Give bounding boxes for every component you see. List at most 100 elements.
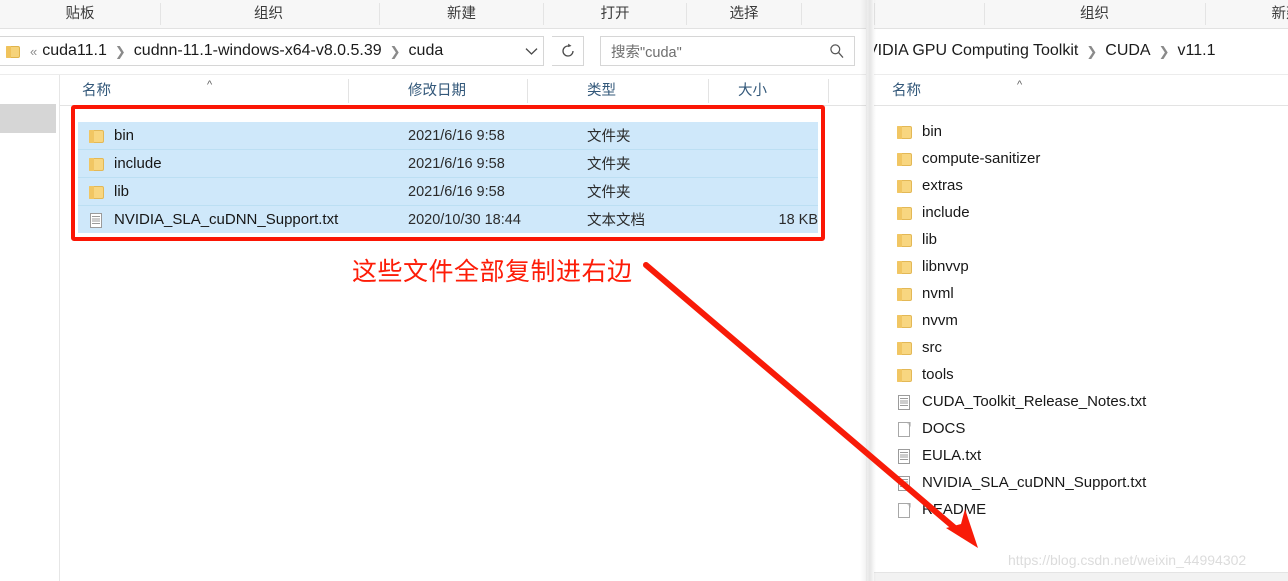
ribbon-group-open-label: 打开 bbox=[600, 6, 630, 22]
folder-icon bbox=[896, 178, 913, 194]
folder-icon bbox=[896, 205, 913, 221]
list-item[interactable]: tools bbox=[892, 361, 1288, 388]
file-date-cell: 2020/10/30 18:44 bbox=[408, 211, 521, 228]
file-name-label: lib bbox=[114, 183, 130, 200]
ribbon-group-new-label: 新建 bbox=[447, 6, 476, 22]
breadcrumb-item-cuda11[interactable]: cuda11.1 bbox=[41, 42, 108, 60]
folder-icon bbox=[896, 151, 913, 167]
ribbon-group-new[interactable]: 新建 bbox=[380, 0, 543, 28]
breadcrumb-item-toolkit[interactable]: VIDIA GPU Computing Toolkit bbox=[874, 42, 1079, 60]
list-item[interactable]: src bbox=[892, 334, 1288, 361]
navigation-pane[interactable] bbox=[0, 75, 60, 581]
text-file-icon bbox=[88, 212, 105, 228]
list-item[interactable]: extras bbox=[892, 172, 1288, 199]
column-header-date-label: 修改日期 bbox=[408, 83, 466, 99]
file-name-cell[interactable]: NVIDIA_SLA_cuDNN_Support.txt bbox=[88, 211, 338, 228]
file-size-cell: 18 KB bbox=[778, 211, 819, 228]
text-file-icon bbox=[896, 394, 913, 410]
ribbon-group-organize[interactable]: 组织 bbox=[161, 0, 376, 28]
address-dropdown-button[interactable] bbox=[518, 36, 544, 66]
file-date-cell: 2021/6/16 9:58 bbox=[408, 155, 505, 172]
file-name-label: DOCS bbox=[922, 420, 966, 437]
list-item[interactable]: nvml bbox=[892, 280, 1288, 307]
list-item[interactable]: CUDA_Toolkit_Release_Notes.txt bbox=[892, 388, 1288, 415]
ribbon-group-new[interactable]: 新建 bbox=[1206, 0, 1288, 28]
ribbon-group-organize-label: 组织 bbox=[254, 6, 283, 22]
folder-icon bbox=[88, 128, 105, 144]
column-header-date[interactable]: 修改日期 bbox=[408, 75, 466, 105]
list-item[interactable]: include bbox=[892, 199, 1288, 226]
ribbon-group-clipboard[interactable]: 贴板 bbox=[0, 0, 160, 28]
breadcrumb-item-cudnn[interactable]: cudnn-11.1-windows-x64-v8.0.5.39 bbox=[133, 42, 383, 60]
list-item[interactable]: README bbox=[892, 496, 1288, 523]
column-divider[interactable] bbox=[527, 79, 528, 103]
table-row[interactable]: bin 2021/6/16 9:58 文件夹 bbox=[78, 122, 818, 149]
list-item[interactable]: libnvvp bbox=[892, 253, 1288, 280]
ribbon-group-open[interactable]: 打开 bbox=[544, 0, 686, 28]
folder-icon bbox=[896, 367, 913, 383]
column-header-name[interactable]: ^ 名称 bbox=[892, 75, 1022, 105]
left-addressbar-row: « cuda11.1 ❯ cudnn-11.1-windows-x64-v8.0… bbox=[0, 29, 866, 75]
file-name-label: EULA.txt bbox=[922, 447, 982, 464]
file-name-label: nvml bbox=[922, 285, 954, 302]
breadcrumb[interactable]: « cuda11.1 ❯ cudnn-11.1-windows-x64-v8.0… bbox=[6, 36, 444, 66]
breadcrumb-overflow[interactable]: « bbox=[26, 44, 41, 59]
table-row[interactable]: NVIDIA_SLA_cuDNN_Support.txt 2020/10/30 1… bbox=[78, 205, 818, 233]
search-placeholder: 搜索"cuda" bbox=[611, 44, 682, 61]
list-item[interactable]: DOCS bbox=[892, 415, 1288, 442]
file-name-cell[interactable]: bin bbox=[88, 127, 134, 144]
file-name-label: bin bbox=[922, 123, 943, 140]
chevron-right-icon: ❯ bbox=[1158, 44, 1170, 59]
sort-ascending-icon: ^ bbox=[207, 79, 213, 91]
folder-icon bbox=[896, 124, 913, 140]
chevron-right-icon: ❯ bbox=[1086, 44, 1098, 59]
list-item[interactable]: bin bbox=[892, 118, 1288, 145]
file-type-cell: 文件夹 bbox=[587, 185, 631, 201]
ribbon-divider bbox=[801, 3, 802, 25]
column-divider[interactable] bbox=[348, 79, 349, 103]
ribbon-divider bbox=[874, 3, 875, 25]
file-name-label: bin bbox=[114, 127, 135, 144]
file-name-label: README bbox=[922, 501, 987, 518]
column-header-name[interactable]: ^ 名称 bbox=[82, 75, 212, 105]
sort-ascending-icon: ^ bbox=[1017, 79, 1023, 91]
table-row[interactable]: lib 2021/6/16 9:58 文件夹 bbox=[78, 177, 818, 205]
file-name-cell[interactable]: include bbox=[88, 155, 162, 172]
ribbon-group-organize[interactable]: 组织 bbox=[985, 0, 1204, 28]
left-file-list[interactable]: bin 2021/6/16 9:58 文件夹 include 2021/6/16 9:5… bbox=[78, 122, 818, 233]
list-item[interactable]: lib bbox=[892, 226, 1288, 253]
column-divider[interactable] bbox=[828, 79, 829, 103]
folder-icon bbox=[896, 259, 913, 275]
nav-pane-selected-item[interactable] bbox=[0, 104, 56, 133]
search-icon[interactable] bbox=[829, 43, 845, 59]
breadcrumb-item-cuda[interactable]: CUDA bbox=[1104, 42, 1151, 60]
refresh-button[interactable] bbox=[552, 36, 584, 66]
refresh-icon bbox=[561, 43, 574, 57]
breadcrumb[interactable]: VIDIA GPU Computing Toolkit ❯ CUDA ❯ v11… bbox=[874, 36, 1216, 66]
column-header-size[interactable]: 大小 bbox=[738, 75, 767, 105]
file-name-label: nvvm bbox=[922, 312, 958, 329]
right-file-list[interactable]: bin compute-sanitizer extras include lib libn… bbox=[892, 118, 1288, 523]
table-row[interactable]: include 2021/6/16 9:58 文件夹 bbox=[78, 149, 818, 177]
column-header-row: ^ 名称 修改日期 类型 大小 bbox=[60, 75, 866, 106]
column-divider[interactable] bbox=[708, 79, 709, 103]
file-icon bbox=[896, 502, 913, 518]
folder-icon bbox=[896, 313, 913, 329]
list-item[interactable]: compute-sanitizer bbox=[892, 145, 1288, 172]
list-item[interactable]: NVIDIA_SLA_cuDNN_Support.txt bbox=[892, 469, 1288, 496]
list-item[interactable]: EULA.txt bbox=[892, 442, 1288, 469]
left-ribbon: 贴板 组织 新建 打开 选择 bbox=[0, 0, 866, 29]
column-header-type[interactable]: 类型 bbox=[587, 75, 616, 105]
breadcrumb-item-v111[interactable]: v11.1 bbox=[1177, 42, 1217, 60]
list-item[interactable]: nvvm bbox=[892, 307, 1288, 334]
breadcrumb-item-cuda[interactable]: cuda bbox=[408, 42, 445, 60]
search-input[interactable]: 搜索"cuda" bbox=[600, 36, 855, 66]
column-header-name-label: 名称 bbox=[892, 83, 921, 99]
ribbon-group-select[interactable]: 选择 bbox=[687, 0, 801, 28]
file-type-cell: 文本文档 bbox=[587, 213, 645, 229]
file-name-cell[interactable]: lib bbox=[88, 183, 129, 200]
file-name-label: include bbox=[922, 204, 970, 221]
column-header-row: ^ 名称 bbox=[874, 75, 1288, 106]
file-name-label: include bbox=[114, 155, 162, 172]
chevron-right-icon: ❯ bbox=[389, 44, 401, 59]
